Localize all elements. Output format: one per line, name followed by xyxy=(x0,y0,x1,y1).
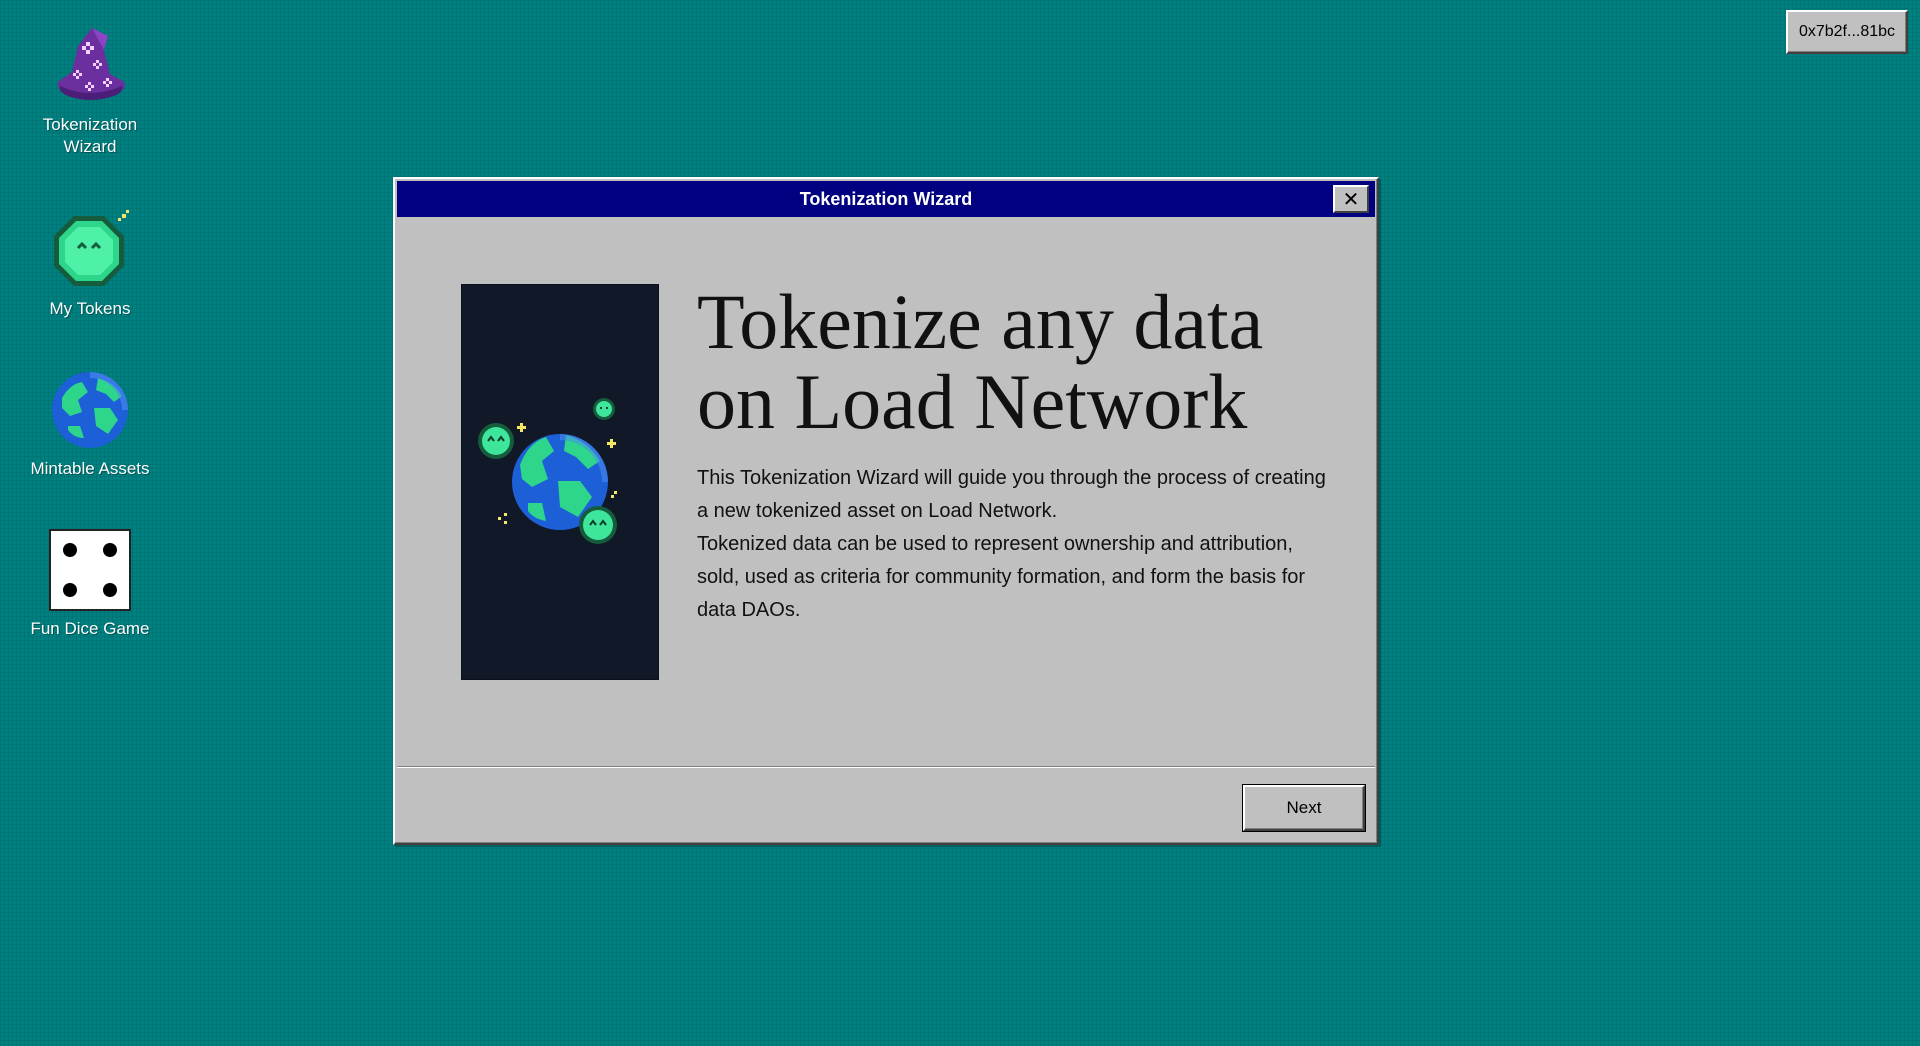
dice-icon xyxy=(48,528,132,612)
wizard-paragraph: This Tokenization Wizard will guide you … xyxy=(697,467,1326,522)
wizard-description: This Tokenization Wizard will guide you … xyxy=(697,462,1337,627)
planet-tokens-icon xyxy=(478,398,617,544)
desktop-icon-tokenization-wizard[interactable]: Tokenization Wizard xyxy=(20,24,160,158)
close-icon: ✕ xyxy=(1342,188,1360,211)
wizard-paragraph: Tokenized data can be used to represent … xyxy=(697,533,1306,621)
wallet-address-button[interactable]: 0x7b2f...81bc xyxy=(1786,10,1908,54)
wizard-heading: Tokenize any data on Load Network xyxy=(697,278,1264,445)
close-button[interactable]: ✕ xyxy=(1333,185,1369,213)
desktop-icon-label: Mintable Assets xyxy=(30,459,150,478)
footer-divider xyxy=(397,766,1375,768)
token-coin-icon xyxy=(48,208,132,292)
wizard-content: Tokenize any data on Load Network This T… xyxy=(395,217,1377,765)
tokenization-wizard-window: Tokenization Wizard ✕ Tokenize any data … xyxy=(393,177,1379,845)
desktop-icon-fun-dice-game[interactable]: Fun Dice Game xyxy=(20,528,160,640)
wizard-hat-icon xyxy=(48,24,132,108)
next-button[interactable]: Next xyxy=(1243,785,1365,831)
globe-icon xyxy=(48,368,132,452)
planet-illustration xyxy=(461,284,659,680)
window-title: Tokenization Wizard xyxy=(799,188,973,209)
desktop-icon-label: Tokenization Wizard xyxy=(42,115,138,156)
title-bar[interactable]: Tokenization Wizard ✕ xyxy=(397,181,1375,217)
desktop-icon-mintable-assets[interactable]: Mintable Assets xyxy=(20,368,160,480)
desktop-icon-my-tokens[interactable]: My Tokens xyxy=(20,208,160,320)
desktop-icon-label: My Tokens xyxy=(49,299,131,318)
desktop-icon-label: Fun Dice Game xyxy=(30,619,150,638)
